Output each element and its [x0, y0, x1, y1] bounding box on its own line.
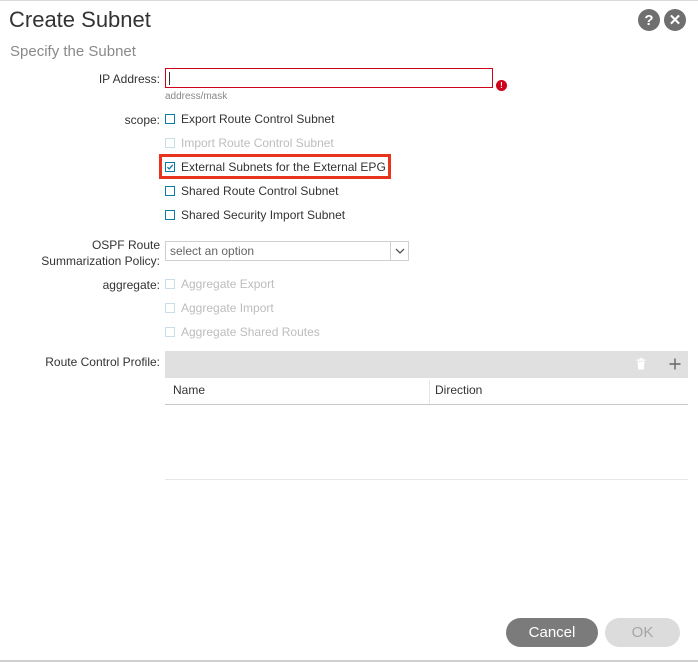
aggregate-option-shared-routes: Aggregate Shared Routes — [165, 324, 320, 340]
checkbox-label: Aggregate Export — [181, 277, 275, 291]
checkbox-label: Shared Security Import Subnet — [181, 208, 346, 222]
select-placeholder: select an option — [170, 244, 255, 258]
aggregate-label: aggregate: — [102, 278, 160, 292]
column-header-direction[interactable]: Direction — [435, 383, 482, 397]
route-control-profile-label: Route Control Profile: — [45, 355, 160, 369]
checkbox[interactable] — [165, 186, 175, 196]
ospf-label-line2: Summarization Policy: — [41, 254, 160, 268]
table-bottom-divider — [165, 479, 688, 480]
trash-icon[interactable] — [633, 356, 649, 372]
checkbox-label: Shared Route Control Subnet — [181, 184, 339, 198]
error-icon: ! — [496, 80, 507, 91]
checkbox-label: Aggregate Import — [181, 301, 274, 315]
ospf-policy-label: OSPF Route Summarization Policy: — [41, 237, 160, 269]
scope-option-import-route-control: Import Route Control Subnet — [165, 135, 334, 151]
ospf-label-line1: OSPF Route — [91, 238, 160, 252]
ip-address-hint: address/mask — [165, 91, 228, 102]
dialog-subtitle: Specify the Subnet — [10, 43, 136, 60]
table-header-divider — [165, 404, 688, 405]
aggregate-option-export: Aggregate Export — [165, 276, 274, 292]
checkbox[interactable] — [165, 114, 175, 124]
highlight-annotation-box — [159, 154, 391, 179]
checkbox — [165, 303, 175, 313]
dialog-title: Create Subnet — [9, 7, 151, 32]
scope-label: scope: — [124, 113, 160, 127]
table-toolbar — [165, 351, 688, 378]
checkbox — [165, 327, 175, 337]
add-icon[interactable] — [667, 356, 683, 372]
ospf-policy-select[interactable]: select an option — [165, 241, 409, 261]
close-icon[interactable]: ✕ — [664, 9, 686, 31]
scope-option-export-route-control[interactable]: Export Route Control Subnet — [165, 111, 334, 127]
help-icon[interactable]: ? — [638, 9, 660, 31]
top-border — [0, 0, 698, 1]
text-cursor — [169, 72, 170, 85]
chevron-down-icon[interactable] — [390, 242, 408, 260]
column-header-name[interactable]: Name — [173, 383, 205, 397]
ip-address-input[interactable] — [165, 68, 493, 88]
column-divider — [429, 380, 430, 404]
ok-button[interactable]: OK — [605, 618, 680, 647]
cancel-button[interactable]: Cancel — [506, 618, 598, 647]
aggregate-option-import: Aggregate Import — [165, 300, 274, 316]
checkbox[interactable] — [165, 210, 175, 220]
checkbox — [165, 138, 175, 148]
ip-address-label: IP Address: — [98, 72, 160, 86]
checkbox-label: Export Route Control Subnet — [181, 112, 335, 126]
checkbox-label: Import Route Control Subnet — [181, 136, 334, 150]
checkbox-label: Aggregate Shared Routes — [181, 325, 320, 339]
checkbox — [165, 279, 175, 289]
scope-option-shared-security-import[interactable]: Shared Security Import Subnet — [165, 207, 345, 223]
scope-option-shared-route-control[interactable]: Shared Route Control Subnet — [165, 183, 338, 199]
